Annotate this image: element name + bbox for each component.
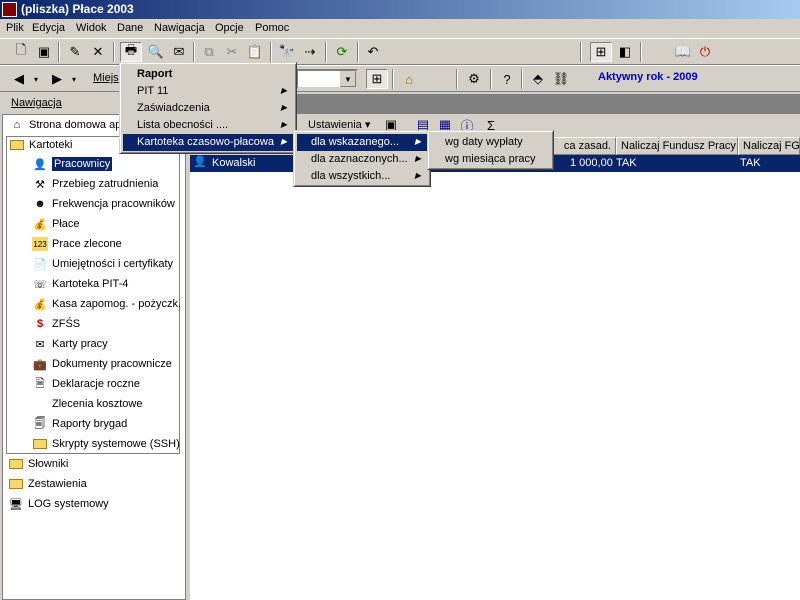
employment-icon: ⚒	[35, 178, 45, 191]
edit-icon[interactable]: ✎	[64, 42, 86, 62]
email-icon[interactable]: ✉	[168, 42, 190, 62]
chevron-down-icon[interactable]: ▼	[340, 71, 356, 87]
menu-zaswiadczenia[interactable]: Zaświadczenia ▶	[123, 100, 293, 117]
title-bar: (pliszka) Płace 2003	[0, 0, 800, 19]
grid-body: 👤 Kowalski 1 000,00 TAK TAK	[190, 155, 800, 600]
dollar-icon: $	[36, 318, 44, 330]
menu-wg-daty-wyplaty[interactable]: wg daty wypłaty	[431, 134, 550, 151]
nav-umiejetnosci[interactable]: 📄 Umiejętności i certyfikaty	[32, 255, 173, 273]
declaration-icon: 🗎	[35, 377, 45, 390]
nav-zlecenia-kosztowe[interactable]: Zlecenia kosztowe	[32, 395, 143, 413]
exit-icon[interactable]: ⏻	[694, 42, 716, 62]
menu-plik[interactable]: Plik	[6, 22, 24, 34]
home-icon[interactable]: ⌂	[398, 69, 420, 89]
refresh-icon[interactable]: ⟳	[331, 42, 353, 62]
menu-edycja[interactable]: Edycja	[32, 22, 65, 34]
nav-home[interactable]: ⌂ Strona domowa ap	[9, 116, 122, 134]
nav-raporty-brygad[interactable]: 🗐 Raporty brygad	[32, 415, 128, 433]
certificate-icon: 📄	[33, 258, 47, 271]
nav-zfss[interactable]: $ ZFŚS	[32, 315, 80, 333]
find-next-icon[interactable]: ⇢	[299, 42, 321, 62]
forward-icon[interactable]: ▶	[46, 69, 68, 89]
address-combo[interactable]: ▼	[296, 69, 358, 89]
active-year-label: Aktywny rok - 2009	[598, 71, 698, 83]
nav-kartoteka-pit4[interactable]: ☏ Kartoteka PIT-4	[32, 275, 128, 293]
link-icon[interactable]: ⛓	[550, 69, 572, 89]
attendance-icon: ☻	[34, 198, 46, 210]
folder-icon	[32, 437, 48, 451]
nav-kasa-zapomog[interactable]: 💰 Kasa zapomog. - pożyczk.	[32, 295, 181, 313]
cut-icon[interactable]: ✂	[221, 42, 243, 62]
tree-icon[interactable]: ⊞	[366, 69, 388, 89]
briefcase-icon: 💼	[33, 358, 47, 371]
menu-dla-wszystkich[interactable]: dla wszystkich... ▶	[297, 168, 427, 185]
employee-icon: 👤	[193, 156, 207, 168]
header-fundusz-pracy[interactable]: Naliczaj Fundusz Pracy	[616, 137, 738, 155]
back-icon[interactable]: ◀	[8, 69, 30, 89]
delete-icon[interactable]: ✕	[87, 42, 109, 62]
print-preview-icon[interactable]: 🔍	[145, 42, 167, 62]
contract-work-icon: 123	[32, 237, 48, 251]
nav-log[interactable]: 🖥 LOG systemowy	[8, 495, 109, 513]
print-icon[interactable]: 🖶	[120, 42, 142, 62]
split-view-icon[interactable]: ◧	[614, 42, 636, 62]
undo-icon[interactable]: ↶	[362, 42, 384, 62]
nav-frekwencja[interactable]: ☻ Frekwencja pracowników	[32, 195, 175, 213]
salary-icon: 💰	[33, 218, 47, 231]
menu-wg-miesiaca-pracy[interactable]: wg miesiąca pracy	[431, 151, 550, 168]
bookmark-icon[interactable]: ⬘	[527, 69, 549, 89]
nav-slowniki[interactable]: Słowniki	[8, 455, 68, 473]
forward-dropdown-icon[interactable]: ▾	[68, 69, 80, 89]
menu-pomoc[interactable]: Pomoc	[255, 22, 289, 34]
wskazanego-submenu: wg daty wypłaty wg miesiąca pracy	[427, 130, 554, 170]
nav-prace-zlecone[interactable]: 123 Prace zlecone	[32, 235, 122, 253]
kartoteka-submenu: dla wskazanego... ▶ dla zaznaczonych... ▶ …	[293, 130, 431, 187]
folder-icon	[8, 477, 24, 491]
copy-icon[interactable]: ⧉	[198, 42, 220, 62]
back-dropdown-icon[interactable]: ▾	[30, 69, 42, 89]
nav-deklaracje[interactable]: 🗎 Deklaracje roczne	[32, 375, 140, 393]
folder-icon	[8, 457, 24, 471]
main-toolbar: 🗋 ▣ ✎ ✕ 🖶 🔍 ✉ ⧉ ✂ 📋 🔭 ⇢ ⟳ ↶ ⊞ ◧ 📖 ⏻	[0, 38, 800, 65]
nav-przebieg-zatrudnienia[interactable]: ⚒ Przebieg zatrudnienia	[32, 175, 158, 193]
menu-pit11[interactable]: PIT 11 ▶	[123, 83, 293, 100]
paste-icon[interactable]: 📋	[244, 42, 266, 62]
nav-pracownicy[interactable]: 👤 Pracownicy	[32, 155, 113, 173]
menu-bar: Plik Edycja Widok Dane Nawigacja Opcje P…	[0, 19, 800, 38]
money-bag-icon: 💰	[33, 298, 47, 311]
pit4-icon: ☏	[33, 278, 47, 291]
menu-dla-wskazanego[interactable]: dla wskazanego... ▶	[297, 134, 427, 151]
tools-icon[interactable]: ⚙	[463, 69, 485, 89]
menu-widok[interactable]: Widok	[76, 22, 107, 34]
menu-lista-obecnosci[interactable]: Lista obecności .... ▶	[123, 117, 293, 134]
nav-skrypty[interactable]: Skrypty systemowe (SSH)	[32, 435, 180, 453]
find-icon[interactable]: 🔭	[276, 42, 298, 62]
report-icon: 🗐	[34, 417, 46, 430]
app-icon[interactable]	[2, 2, 17, 17]
menu-kartoteka-czasowo-placowa[interactable]: Kartoteka czasowo-płacowa ▶	[123, 134, 293, 151]
help-icon[interactable]: ?	[496, 69, 518, 89]
new-document-icon[interactable]: 🗋	[10, 42, 32, 62]
nav-place[interactable]: 💰 Płace	[32, 215, 79, 233]
properties-icon[interactable]: ▣	[33, 42, 55, 62]
help-book-icon[interactable]: 📖	[672, 42, 694, 62]
address-label: Miejs	[93, 72, 119, 84]
header-fgs[interactable]: Naliczaj FGŚ	[738, 137, 800, 155]
work-card-icon: ✉	[35, 338, 45, 351]
window-title: (pliszka) Płace 2003	[21, 2, 134, 16]
menu-dla-zaznaczonych[interactable]: dla zaznaczonych... ▶	[297, 151, 427, 168]
menu-raport-title: Raport	[137, 68, 173, 80]
menu-opcje[interactable]: Opcje	[215, 22, 244, 34]
log-icon: 🖥	[9, 498, 23, 511]
nav-dokumenty[interactable]: 💼 Dokumenty pracownicze	[32, 355, 172, 373]
raport-menu: Raport PIT 11 ▶ Zaświadczenia ▶ Lista obec…	[119, 62, 297, 154]
menu-nawigacja[interactable]: Nawigacja	[154, 22, 205, 34]
menu-dane[interactable]: Dane	[117, 22, 143, 34]
home-icon: ⌂	[13, 119, 21, 131]
nav-zestawienia[interactable]: Zestawienia	[8, 475, 87, 493]
nav-karty-pracy[interactable]: ✉ Karty pracy	[32, 335, 107, 353]
employee-icon: 👤	[33, 158, 47, 171]
tree-view-icon[interactable]: ⊞	[590, 42, 612, 62]
